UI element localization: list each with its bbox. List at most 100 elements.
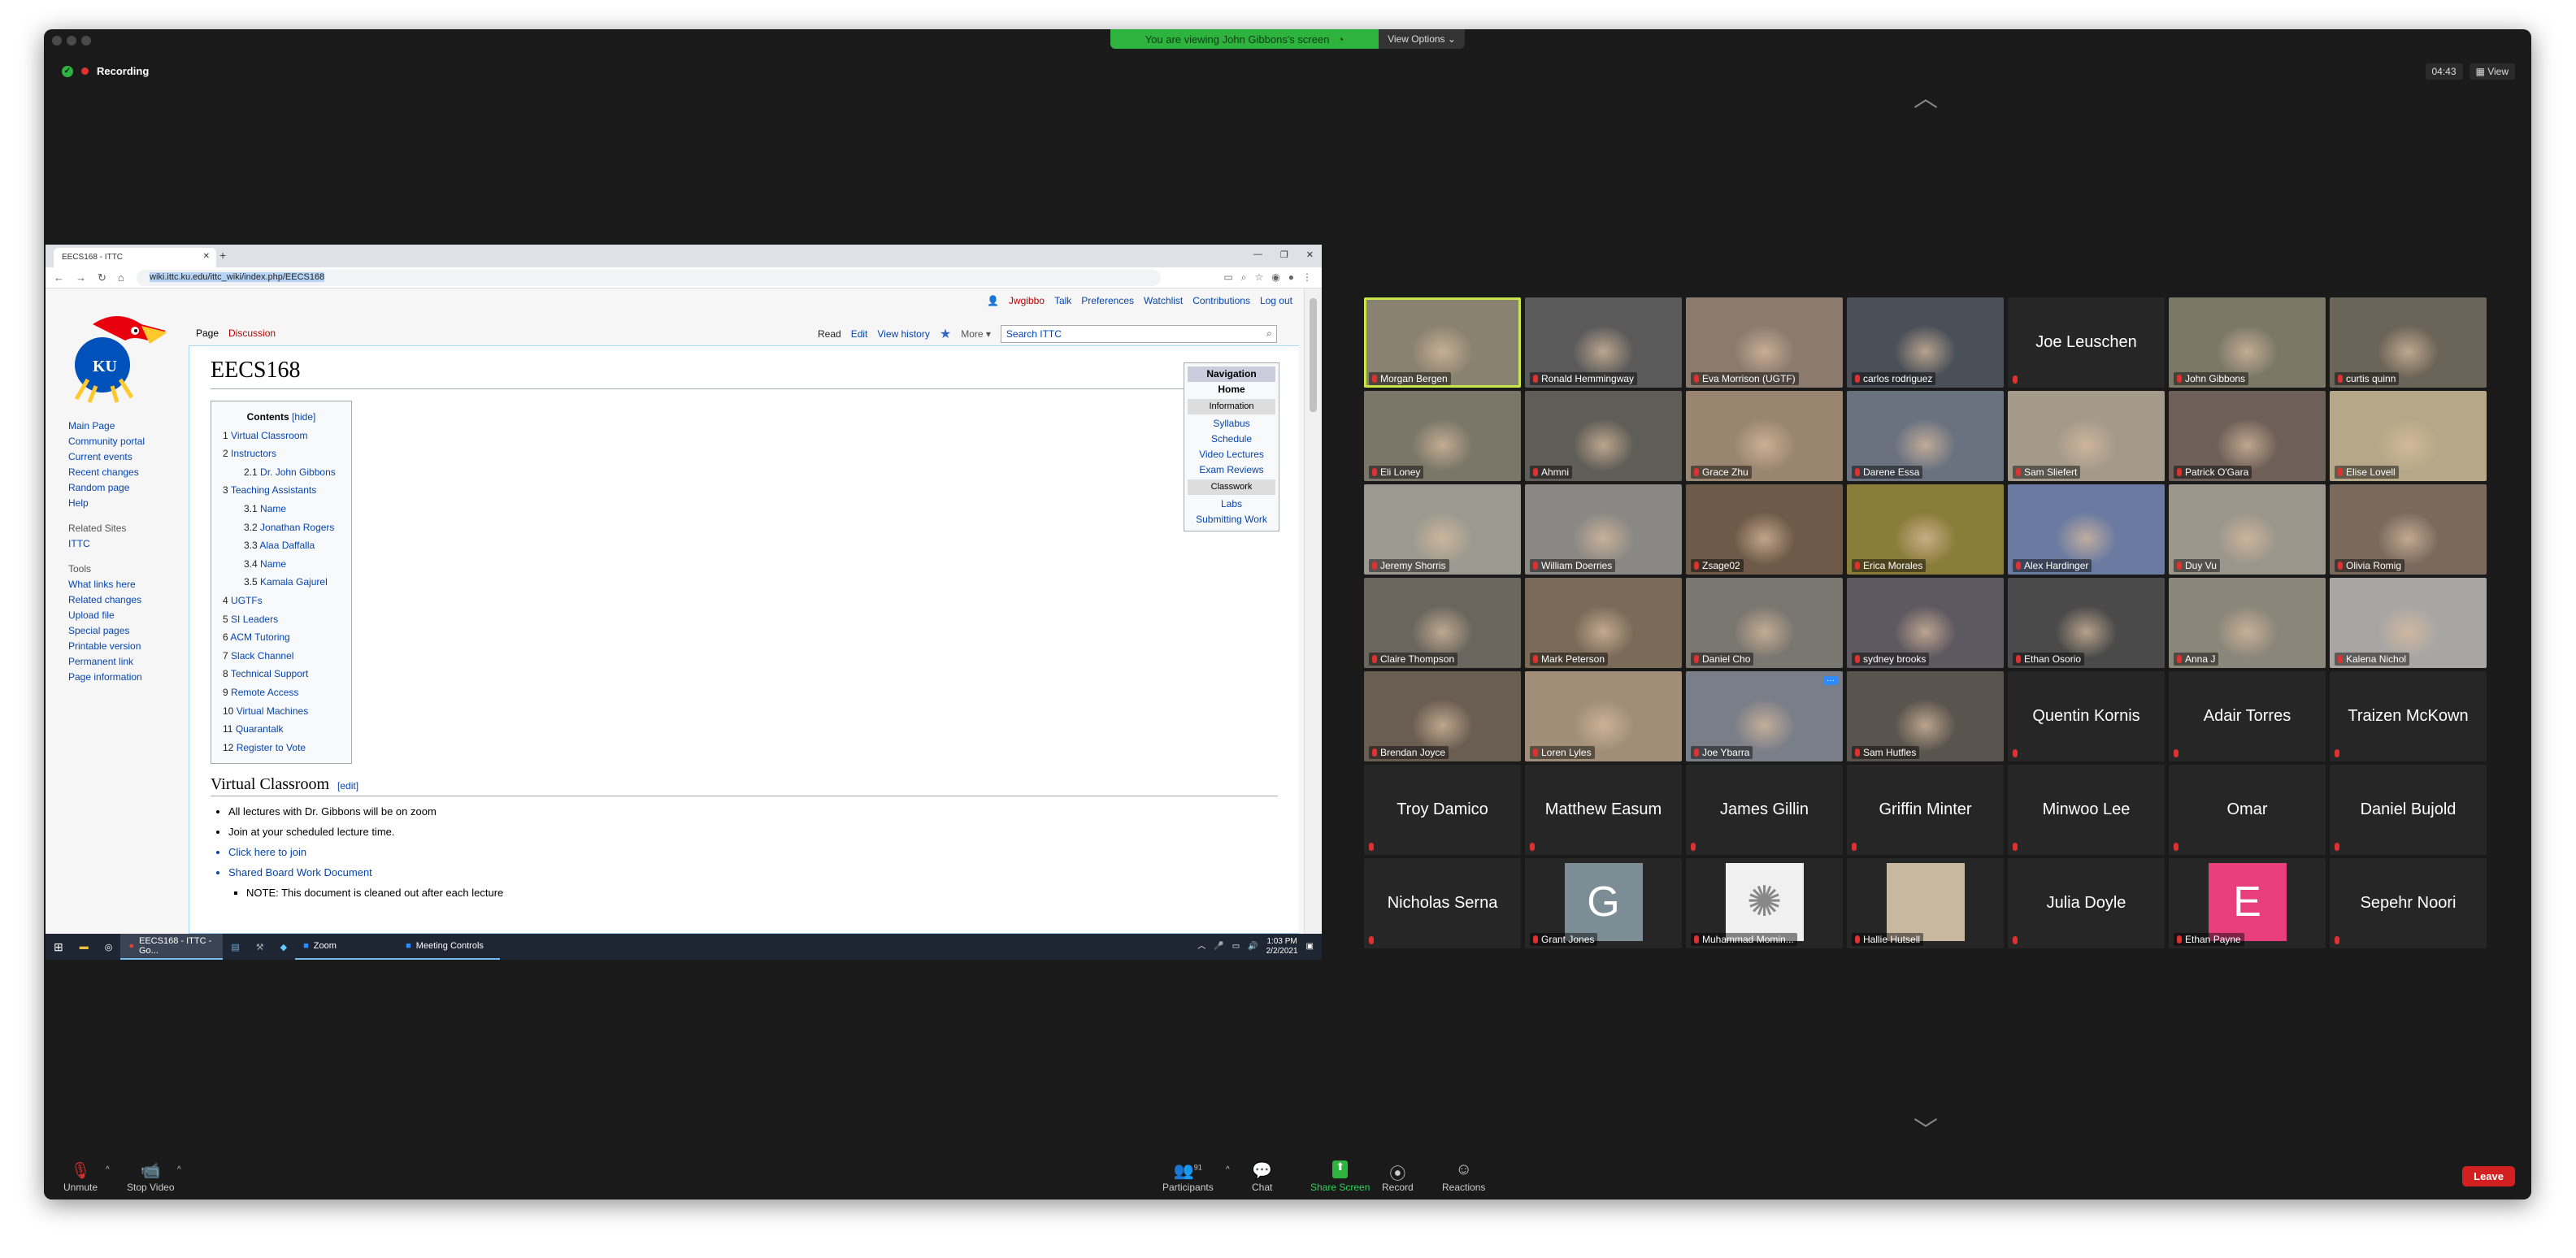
participant-tile[interactable]: Sam Hutfles (1847, 671, 2004, 761)
participant-tile[interactable]: Loren Lyles (1525, 671, 1682, 761)
forward-icon[interactable]: → (76, 271, 86, 284)
talk-link[interactable]: Talk (1054, 295, 1071, 306)
participant-tile[interactable]: Olivia Romig (2330, 484, 2487, 575)
new-tab-icon[interactable]: + (219, 249, 226, 262)
participant-tile[interactable]: Griffin Minter (1847, 765, 2004, 855)
task-view-icon[interactable]: ◎ (97, 934, 121, 960)
network-icon[interactable]: ▭ (1232, 942, 1240, 952)
participant-tile[interactable]: Daniel Cho (1686, 578, 1843, 668)
sidebar-link-main-page[interactable]: Main Page (68, 419, 145, 434)
participants-options-caret[interactable]: ^ (1226, 1165, 1230, 1174)
reactions-button[interactable]: ☺ Reactions (1442, 1160, 1485, 1193)
participant-tile[interactable]: Morgan Bergen (1364, 297, 1521, 388)
leave-button[interactable]: Leave (2462, 1166, 2515, 1186)
toc-item[interactable]: 10 Virtual Machines (223, 702, 340, 721)
mic-tray-icon[interactable]: 🎤 (1214, 942, 1223, 952)
toc-item[interactable]: 2 Instructors (223, 445, 340, 463)
bullet-link[interactable]: Click here to join (228, 842, 1278, 862)
participant-tile[interactable]: Grace Zhu (1686, 391, 1843, 481)
navbox-link-schedule[interactable]: Schedule (1188, 432, 1275, 447)
navbox-home-link[interactable]: Home (1188, 382, 1275, 397)
watch-star-icon[interactable]: ★ (940, 326, 951, 342)
file-explorer-icon[interactable]: ▬ (72, 934, 97, 960)
participant-tile[interactable]: Brendan Joyce (1364, 671, 1521, 761)
toc-item[interactable]: 12 Register to Vote (223, 739, 340, 757)
participant-tile[interactable]: Joe Leuschen (2008, 297, 2165, 388)
view-options-button[interactable]: View Options ⌄ (1379, 29, 1465, 49)
participant-tile[interactable]: G Grant Jones (1525, 858, 1682, 948)
sidebar-link-random-page[interactable]: Random page (68, 480, 145, 496)
participant-tile[interactable]: Traizen McKown (2330, 671, 2487, 761)
participant-tile[interactable]: Anna J (2169, 578, 2326, 668)
meeting-controls-taskbar-item[interactable]: ■ Meeting Controls (397, 934, 501, 960)
record-button[interactable]: ⦿ Record (1382, 1160, 1414, 1193)
extension-icon[interactable]: ◉ (1271, 271, 1279, 284)
participant-tile[interactable]: Nicholas Serna (1364, 858, 1521, 948)
participant-tile[interactable]: Elise Lovell (2330, 391, 2487, 481)
close-window-button[interactable] (52, 36, 62, 46)
sidebar-link-help[interactable]: Help (68, 496, 145, 511)
kebab-menu-icon[interactable]: ⋮ (1302, 271, 1312, 284)
recording-indicator[interactable]: ✓ Recording (62, 65, 149, 77)
participant-tile[interactable]: Eli Loney (1364, 391, 1521, 481)
participant-tile[interactable]: Omar (2169, 765, 2326, 855)
participant-tile[interactable]: James Gillin (1686, 765, 1843, 855)
sidebar-link-community-portal[interactable]: Community portal (68, 434, 145, 449)
participant-tile[interactable]: Hallie Hutsell (1847, 858, 2004, 948)
logout-link[interactable]: Log out (1260, 295, 1292, 306)
volume-icon[interactable]: 🔊 (1248, 942, 1258, 952)
participant-tile[interactable]: Claire Thompson (1364, 578, 1521, 668)
unmute-button[interactable]: 🎙 Unmute (63, 1160, 98, 1193)
navbox-link-syllabus[interactable]: Syllabus (1188, 416, 1275, 432)
participant-tile[interactable]: Duy Vu (2169, 484, 2326, 575)
participant-tile[interactable]: Matthew Easum (1525, 765, 1682, 855)
user-link[interactable]: Jwgibbo (1009, 295, 1045, 306)
bullet-link[interactable]: Shared Board Work Document (228, 862, 1278, 883)
participant-tile[interactable]: carlos rodriguez (1847, 297, 2004, 388)
participant-tile[interactable]: Mark Peterson (1525, 578, 1682, 668)
reload-icon[interactable]: ↻ (98, 271, 106, 284)
page-scrollbar[interactable] (1304, 288, 1322, 934)
browser-tab[interactable]: EECS168 - ITTC ✕ (54, 248, 216, 267)
toc-item[interactable]: 2.1 Dr. John Gibbons (223, 463, 340, 482)
tab-read[interactable]: Read (818, 328, 841, 340)
chat-button[interactable]: 💬 Chat (1252, 1160, 1272, 1193)
toc-item[interactable]: 3 Teaching Assistants (223, 481, 340, 500)
clock[interactable]: 1:03 PM 2/2/2021 (1266, 937, 1298, 957)
toc-item[interactable]: 9 Remote Access (223, 683, 340, 702)
zoom-taskbar-item[interactable]: ■ Zoom (295, 934, 398, 960)
share-screen-button[interactable]: ⬆ Share Screen (1310, 1160, 1370, 1193)
participant-tile[interactable]: John Gibbons (2169, 297, 2326, 388)
participant-tile[interactable]: Ethan Osorio (2008, 578, 2165, 668)
participant-tile[interactable]: William Doerries (1525, 484, 1682, 575)
participant-tile[interactable]: ✺ Muhammad Momin... (1686, 858, 1843, 948)
participant-tile[interactable]: curtis quinn (2330, 297, 2487, 388)
toc-item[interactable]: 3.2 Jonathan Rogers (223, 518, 340, 537)
participant-tile[interactable]: Patrick O'Gara (2169, 391, 2326, 481)
participant-tile[interactable]: Joe Ybarra ··· (1686, 671, 1843, 761)
tab-view-history[interactable]: View history (877, 328, 929, 340)
tab-close-icon[interactable]: ✕ (203, 252, 210, 261)
sidebar-link-upload-file[interactable]: Upload file (68, 608, 145, 623)
toc-item[interactable]: 6 ACM Tutoring (223, 628, 340, 647)
app-icon-2[interactable]: ⚒ (248, 934, 272, 960)
tab-edit[interactable]: Edit (851, 328, 868, 340)
watchlist-link[interactable]: Watchlist (1144, 295, 1183, 306)
participant-tile[interactable]: Minwoo Lee (2008, 765, 2165, 855)
minimize-window-button[interactable] (67, 36, 76, 46)
participant-tile[interactable]: Adair Torres (2169, 671, 2326, 761)
navbox-link-video-lectures[interactable]: Video Lectures (1188, 447, 1275, 462)
app-icon-3[interactable]: ◆ (272, 934, 295, 960)
participant-tile[interactable]: Jeremy Shorris (1364, 484, 1521, 575)
more-options-icon[interactable]: ··· (1823, 676, 1838, 685)
preferences-link[interactable]: Preferences (1081, 295, 1134, 306)
participant-tile[interactable]: Julia Doyle (2008, 858, 2165, 948)
app-icon-1[interactable]: ▤ (223, 934, 247, 960)
toc-item[interactable]: 8 Technical Support (223, 665, 340, 683)
contributions-link[interactable]: Contributions (1192, 295, 1250, 306)
jayhawk-logo[interactable]: KU (60, 308, 174, 406)
gallery-up-arrow-icon[interactable]: ︿ (1914, 78, 1938, 114)
zoom-lens-icon[interactable]: ⌕ (1241, 271, 1247, 284)
participant-tile[interactable]: Eva Morrison (UGTF) (1686, 297, 1843, 388)
sidebar-link-permanent-link[interactable]: Permanent link (68, 654, 145, 670)
